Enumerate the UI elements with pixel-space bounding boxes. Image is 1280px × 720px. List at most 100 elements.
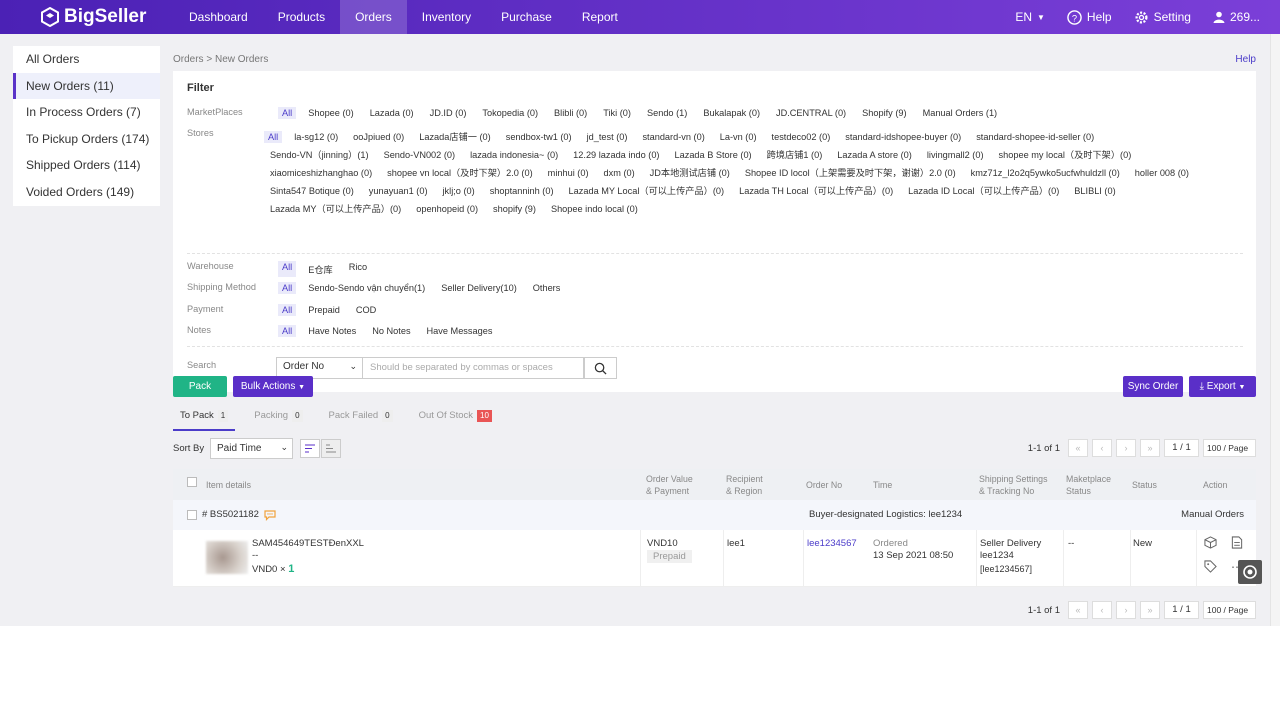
store-option[interactable]: All — [264, 131, 283, 143]
first-page-button[interactable]: « — [1068, 439, 1088, 457]
sort-asc-button[interactable] — [321, 439, 341, 458]
page-number-input[interactable]: 1 / 1 — [1164, 601, 1199, 619]
marketplace-option[interactable]: JD.CENTRAL (0) — [772, 107, 850, 119]
store-option[interactable]: standard-vn (0) — [642, 132, 704, 142]
select-all-checkbox[interactable] — [187, 477, 197, 487]
shipping-method-option[interactable]: All — [278, 282, 297, 294]
message-icon[interactable] — [264, 510, 276, 521]
marketplace-option[interactable]: Manual Orders (1) — [919, 107, 1002, 119]
sync-order-button[interactable]: Sync Order — [1123, 376, 1183, 397]
help-button[interactable]: ? Help — [1067, 9, 1112, 25]
store-option[interactable]: jklj;o (0) — [443, 186, 475, 196]
page-number-input[interactable]: 1 / 1 — [1164, 439, 1199, 457]
store-option[interactable]: la-sg12 (0) — [294, 132, 338, 142]
bigseller-logo[interactable]: BigSeller — [40, 6, 174, 28]
prev-page-button[interactable]: ‹ — [1092, 601, 1112, 619]
first-page-button[interactable]: « — [1068, 601, 1088, 619]
sidebar-item-to-pickup[interactable]: To Pickup Orders (174) — [13, 126, 160, 153]
notes-option[interactable]: No Notes — [368, 325, 414, 337]
store-option[interactable]: Shopee indo local (0) — [551, 204, 638, 214]
document-icon[interactable] — [1231, 536, 1243, 549]
package-icon[interactable] — [1204, 536, 1217, 549]
chat-support-button[interactable] — [1238, 560, 1262, 584]
last-page-button[interactable]: » — [1140, 439, 1160, 457]
store-option[interactable]: standard-shopee-id-seller (0) — [976, 132, 1094, 142]
payment-option[interactable]: Prepaid — [304, 304, 344, 316]
sidebar-item-all-orders[interactable]: All Orders — [13, 46, 160, 73]
nav-dashboard[interactable]: Dashboard — [174, 0, 263, 34]
store-option[interactable]: dxm (0) — [604, 168, 635, 178]
store-option[interactable]: ooJpiued (0) — [353, 132, 404, 142]
nav-products[interactable]: Products — [263, 0, 340, 34]
sidebar-item-shipped[interactable]: Shipped Orders (114) — [13, 152, 160, 179]
next-page-button[interactable]: › — [1116, 601, 1136, 619]
order-checkbox[interactable] — [187, 510, 197, 520]
language-selector[interactable]: EN ▼ — [1015, 10, 1045, 24]
store-option[interactable]: Lazada店铺一 (0) — [419, 132, 491, 142]
setting-button[interactable]: Setting — [1134, 10, 1191, 25]
marketplace-option[interactable]: Lazada (0) — [366, 107, 418, 119]
payment-option[interactable]: All — [278, 304, 297, 316]
product-image[interactable] — [206, 541, 248, 574]
store-option[interactable]: Lazada A store (0) — [837, 150, 912, 160]
notes-option[interactable]: All — [278, 325, 297, 337]
store-option[interactable]: jd_test (0) — [587, 132, 628, 142]
nav-purchase[interactable]: Purchase — [486, 0, 567, 34]
sidebar-item-in-process[interactable]: In Process Orders (7) — [13, 99, 160, 126]
page-size-select[interactable]: 100 / Page — [1203, 601, 1256, 619]
warehouse-option[interactable]: E仓库 — [304, 261, 337, 277]
marketplace-option[interactable]: Sendo (1) — [643, 107, 691, 119]
store-option[interactable]: lazada indonesia~ (0) — [470, 150, 558, 160]
store-option[interactable]: shopee vn local（及时下架）2.0 (0) — [387, 168, 533, 178]
store-option[interactable]: testdeco02 (0) — [772, 132, 831, 142]
help-link[interactable]: Help — [1235, 54, 1256, 65]
store-option[interactable]: La-vn (0) — [720, 132, 757, 142]
prev-page-button[interactable]: ‹ — [1092, 439, 1112, 457]
store-option[interactable]: Lazada MY Local（可以上传产品）(0) — [569, 186, 725, 196]
pack-button[interactable]: Pack — [173, 376, 227, 397]
marketplace-option[interactable]: JD.ID (0) — [426, 107, 471, 119]
store-option[interactable]: Shopee ID locol（上架需要及时下架，谢谢）2.0 (0) — [745, 168, 956, 178]
warehouse-option[interactable]: All — [278, 261, 297, 277]
vertical-scrollbar[interactable] — [1270, 34, 1280, 626]
store-option[interactable]: JD本地测试店铺 (0) — [650, 168, 730, 178]
tag-icon[interactable] — [1204, 560, 1217, 573]
tab-to-pack[interactable]: To Pack 1 — [173, 407, 236, 431]
search-input[interactable]: Should be separated by commas or spaces — [363, 357, 584, 379]
marketplace-option[interactable]: Tokopedia (0) — [478, 107, 542, 119]
store-option[interactable]: yunayuan1 (0) — [369, 186, 428, 196]
marketplace-option[interactable]: Bukalapak (0) — [699, 107, 764, 119]
tab-pack-failed[interactable]: Pack Failed 0 — [322, 407, 400, 431]
user-menu[interactable]: 269... — [1213, 10, 1260, 24]
store-option[interactable]: sendbox-tw1 (0) — [506, 132, 572, 142]
shipping-method-option[interactable]: Sendo-Sendo vận chuyển(1) — [304, 282, 429, 294]
store-option[interactable]: kmz71z_l2o2q5ywko5ucfwhuldzll (0) — [971, 168, 1120, 178]
item-name[interactable]: SAM454649TESTĐenXXL — [252, 538, 364, 549]
sort-by-select[interactable]: Paid Time ⌄ — [210, 438, 293, 459]
last-page-button[interactable]: » — [1140, 601, 1160, 619]
sort-desc-button[interactable] — [300, 439, 320, 458]
store-option[interactable]: BLIBLI (0) — [1074, 186, 1115, 196]
payment-option[interactable]: COD — [352, 304, 380, 316]
marketplace-option[interactable]: Blibli (0) — [550, 107, 591, 119]
store-option[interactable]: Lazada B Store (0) — [675, 150, 752, 160]
nav-orders[interactable]: Orders — [340, 0, 407, 34]
marketplace-option[interactable]: Tiki (0) — [599, 107, 635, 119]
order-no-link[interactable]: lee1234567 — [807, 538, 857, 549]
store-option[interactable]: Sendo-VN002 (0) — [384, 150, 456, 160]
nav-inventory[interactable]: Inventory — [407, 0, 486, 34]
nav-report[interactable]: Report — [567, 0, 633, 34]
notes-option[interactable]: Have Messages — [423, 325, 497, 337]
breadcrumb-orders[interactable]: Orders — [173, 54, 204, 65]
store-option[interactable]: shoptanninh (0) — [490, 186, 554, 196]
store-option[interactable]: 跨境店铺1 (0) — [767, 150, 823, 160]
sidebar-item-new-orders[interactable]: New Orders (11) — [13, 72, 160, 100]
page-size-select[interactable]: 100 / Page — [1203, 439, 1256, 457]
store-option[interactable]: openhopeid (0) — [416, 204, 478, 214]
marketplace-option[interactable]: Shopee (0) — [304, 107, 357, 119]
next-page-button[interactable]: › — [1116, 439, 1136, 457]
marketplace-option[interactable]: All — [278, 107, 297, 119]
tab-packing[interactable]: Packing 0 — [247, 407, 309, 431]
store-option[interactable]: minhui (0) — [548, 168, 589, 178]
store-option[interactable]: Sinta547 Botique (0) — [270, 186, 354, 196]
